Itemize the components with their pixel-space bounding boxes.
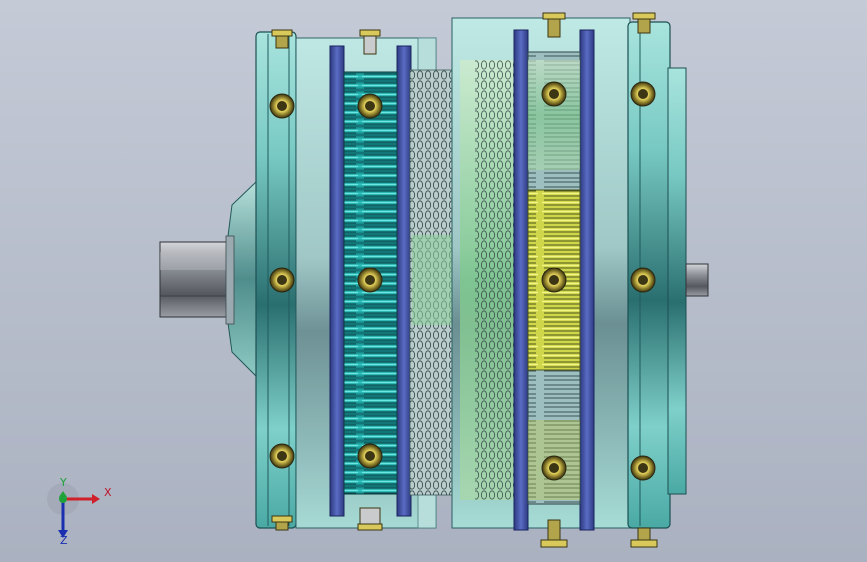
axis-triad-icon	[47, 483, 100, 538]
screw-icon	[357, 507, 383, 531]
bolt-icon	[269, 93, 295, 119]
x-axis-label: X	[104, 486, 112, 499]
bolt-icon	[541, 455, 567, 481]
gearbox-model[interactable]	[0, 0, 867, 562]
bolt-icon	[630, 455, 656, 481]
left-hub[interactable]	[225, 178, 259, 380]
graphics-viewport[interactable]: X Y Z	[0, 0, 867, 562]
axis-triad: X Y Z	[44, 476, 124, 558]
middle-needle-bearing[interactable]	[409, 69, 455, 496]
bolt-icon	[357, 93, 383, 119]
screw-icon	[630, 527, 658, 548]
bolt-icon	[630, 267, 656, 293]
bolt-icon	[357, 267, 383, 293]
bolt-icon	[541, 267, 567, 293]
y-axis-label: Y	[60, 476, 67, 489]
bolt-icon	[541, 81, 567, 107]
bolt-icon	[630, 81, 656, 107]
left-shaft[interactable]	[159, 241, 229, 318]
bolt-icon	[357, 443, 383, 469]
bolt-icon	[269, 443, 295, 469]
z-axis-label: Z	[60, 534, 68, 547]
right-shaft[interactable]	[685, 263, 709, 297]
bolt-icon	[269, 267, 295, 293]
